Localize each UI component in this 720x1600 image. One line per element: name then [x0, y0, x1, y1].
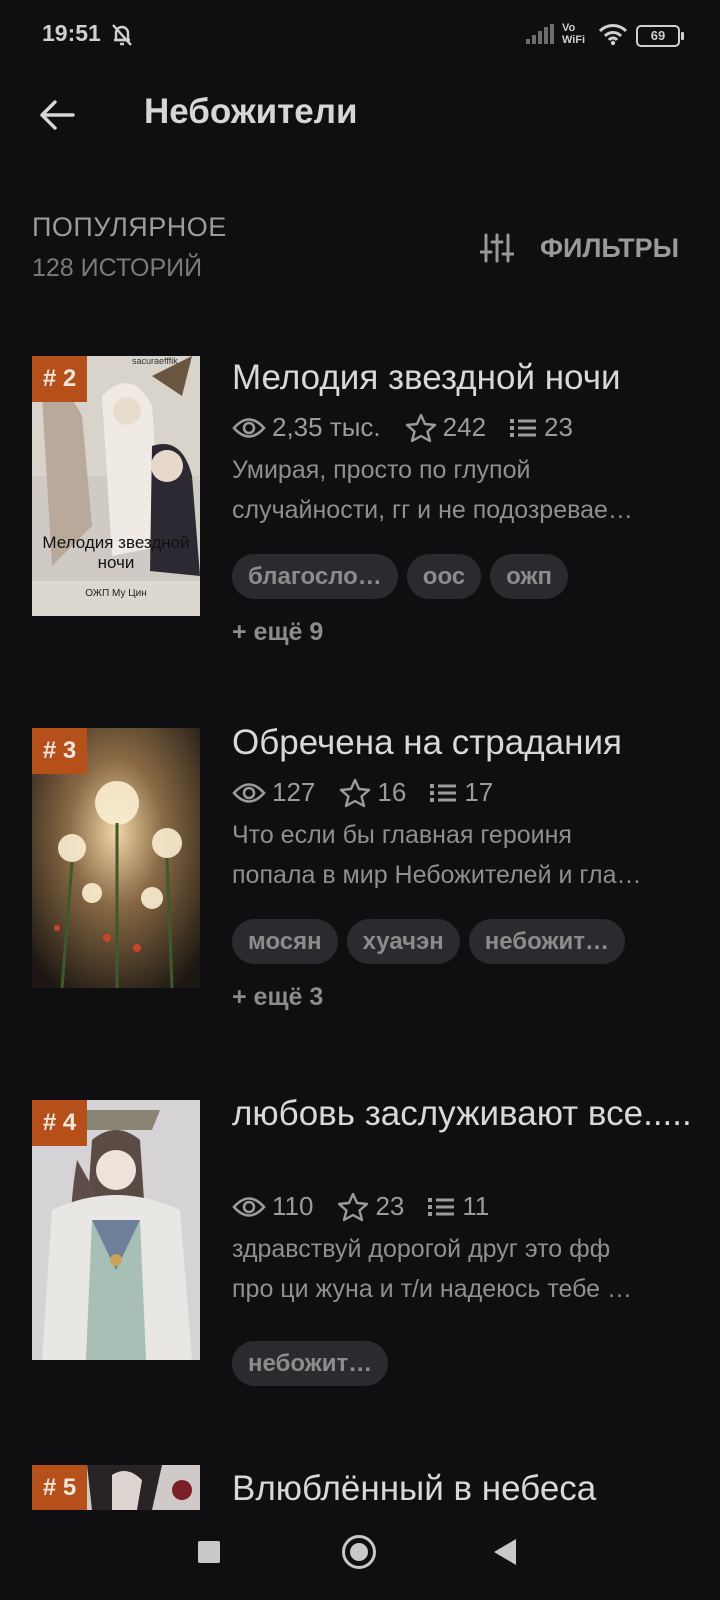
tag-chip[interactable]: небожит…	[468, 919, 625, 964]
stars-stat: 16	[339, 777, 406, 808]
wifi-icon	[598, 24, 628, 46]
chapters-stat: 23	[510, 412, 573, 443]
story-stats: 110 23 11	[232, 1191, 513, 1222]
more-tags-link[interactable]: + ещё 3	[232, 983, 323, 1012]
views-stat: 127	[232, 777, 315, 808]
story-description: Умирая, просто по глупой случайности, гг…	[232, 450, 688, 530]
tag-chip[interactable]: мосян	[232, 919, 338, 964]
vowifi-line2: WiFi	[562, 34, 586, 46]
tag-chip[interactable]: ожп	[490, 554, 568, 599]
recent-apps-button[interactable]	[198, 1541, 220, 1563]
screen: 19:51 Vo WiFi 69 Небожители ПОПУЛЯРНОЕ 1…	[0, 0, 720, 1600]
star-icon	[338, 1192, 369, 1221]
page-title: Небожители	[144, 92, 358, 131]
views-stat: 2,35 тыс.	[232, 412, 381, 443]
description-line: Умирая, просто по глупой	[232, 456, 531, 484]
back-button[interactable]	[30, 88, 84, 142]
description-line: попала в мир Небожителей и гла…	[232, 861, 642, 889]
story-title[interactable]: Мелодия звездной ночи	[232, 356, 692, 399]
stars-count: 23	[375, 1191, 405, 1221]
stars-count: 16	[377, 777, 407, 807]
battery-indicator: 69	[636, 25, 684, 47]
chapters-stat: 17	[430, 777, 493, 808]
stars-stat: 23	[337, 1191, 404, 1222]
chapters-stat: 11	[428, 1191, 489, 1222]
story-title[interactable]: Обречена на страдания	[232, 721, 692, 764]
rank-badge: # 4	[32, 1100, 87, 1146]
cover-caption-top: sacuraefffik	[132, 356, 178, 366]
description-line: Что если бы главная героиня	[232, 821, 572, 849]
story-tags: небожит…	[232, 1341, 389, 1386]
more-tags-link[interactable]: + ещё 9	[232, 618, 323, 647]
rank-badge: # 5	[32, 1465, 87, 1510]
home-button[interactable]	[342, 1535, 376, 1569]
story-item[interactable]: # 5 Влюблённый в небеса	[0, 1465, 720, 1510]
story-title[interactable]: Влюблённый в небеса	[232, 1467, 692, 1510]
tag-chip[interactable]: оос	[406, 554, 482, 599]
system-back-button[interactable]	[494, 1539, 516, 1565]
list-icon	[428, 1197, 455, 1216]
story-title[interactable]: любовь заслуживают все.....	[232, 1092, 692, 1135]
stars-stat: 242	[405, 412, 486, 443]
vowifi-line1: Vo	[562, 22, 576, 34]
eye-icon	[232, 417, 266, 438]
views-count: 127	[272, 777, 316, 807]
story-description: Что если бы главная героиня попала в мир…	[232, 815, 688, 895]
filters-button[interactable]: ФИЛЬТРЫ	[480, 228, 679, 268]
star-icon	[340, 778, 371, 807]
chapters-count: 11	[462, 1191, 490, 1221]
tag-chip[interactable]: небожит…	[232, 1341, 389, 1386]
status-time: 19:51	[42, 20, 101, 46]
story-cover[interactable]: sacuraefffik Мелодия звездной ночи ОЖП М…	[32, 356, 200, 616]
list-icon	[510, 418, 537, 437]
tag-chip[interactable]: благосло…	[232, 554, 398, 599]
section-title: ПОПУЛЯРНОЕ	[32, 212, 227, 242]
description-line: про ци жуна и т/и надеюсь тебе …	[232, 1275, 632, 1303]
rank-badge: # 3	[32, 728, 87, 774]
story-cover[interactable]: # 5	[32, 1465, 200, 1510]
description-line: случайности, гг и не подозревае…	[232, 496, 633, 524]
svg-text:ночи: ночи	[98, 553, 135, 572]
rank-badge: # 2	[32, 356, 87, 402]
vowifi-indicator: Vo WiFi	[562, 22, 585, 46]
stories-count: 128 ИСТОРИЙ	[32, 254, 203, 282]
chapters-count: 17	[464, 777, 494, 807]
eye-icon	[232, 782, 266, 803]
signal-icon	[526, 24, 554, 44]
story-cover[interactable]: # 3	[32, 728, 200, 988]
battery-level: 69	[650, 28, 666, 43]
chapters-count: 23	[544, 412, 573, 442]
filters-label: ФИЛЬТРЫ	[540, 232, 680, 263]
views-count: 2,35 тыс.	[272, 412, 381, 442]
star-icon	[405, 413, 436, 442]
arrow-left-icon	[40, 100, 75, 130]
cover-caption-author: ОЖП Му Цин	[85, 588, 146, 599]
stars-count: 242	[442, 412, 487, 442]
story-tags: благосло… оос ожп	[232, 554, 568, 599]
list-icon	[430, 783, 457, 802]
story-stats: 2,35 тыс. 242 23	[232, 412, 597, 443]
story-cover[interactable]: # 4	[32, 1100, 200, 1360]
eye-icon	[232, 1196, 266, 1217]
bell-off-icon	[112, 24, 132, 46]
status-bar: 19:51 Vo WiFi 69	[0, 0, 720, 70]
description-line: здравствуй дорогой друг это фф	[232, 1235, 611, 1263]
views-stat: 110	[232, 1191, 313, 1222]
views-count: 110	[272, 1191, 314, 1221]
svg-text:Мелодия звездной: Мелодия звездной	[42, 533, 189, 552]
tag-chip[interactable]: хуачэн	[346, 919, 460, 964]
story-tags: мосян хуачэн небожит…	[232, 919, 625, 964]
story-description: здравствуй дорогой друг это фф про ци жу…	[232, 1229, 688, 1309]
story-stats: 127 16 17	[232, 777, 517, 808]
sliders-icon	[480, 233, 514, 263]
